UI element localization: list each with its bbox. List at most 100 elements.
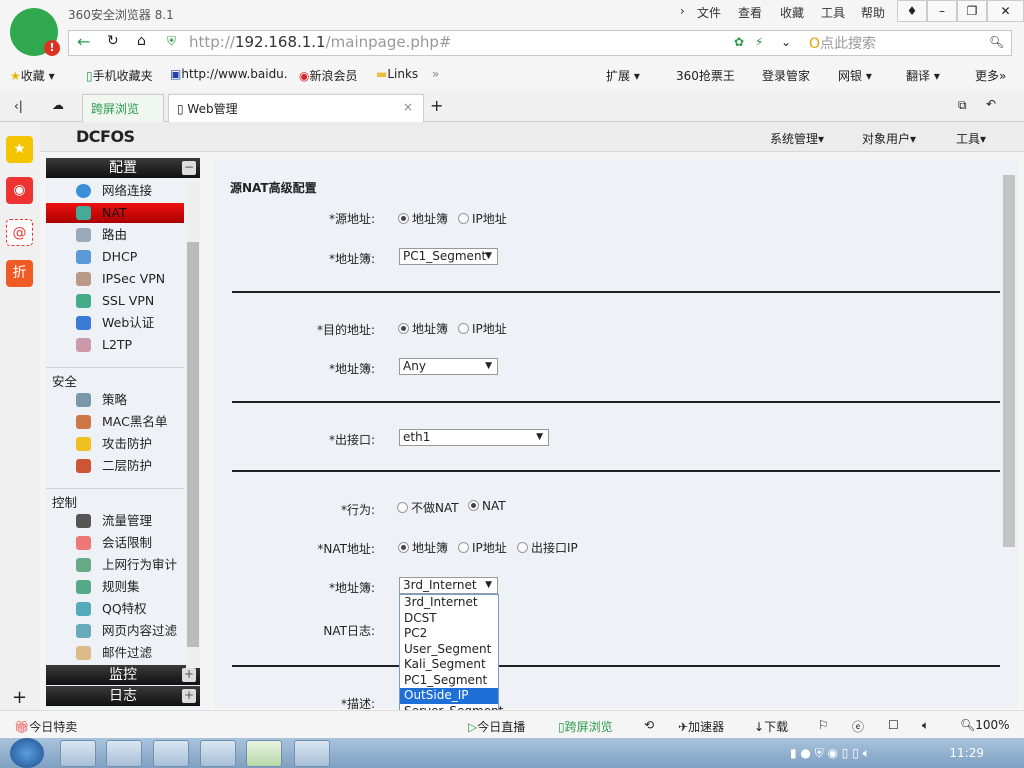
nat-radio-ip[interactable]: IP地址: [458, 539, 507, 556]
dropdown-option[interactable]: Kali_Segment: [400, 657, 498, 673]
clock[interactable]: 11:29: [949, 746, 984, 760]
nav-route[interactable]: 路由: [46, 225, 184, 245]
browser-logo[interactable]: !: [10, 8, 60, 56]
menu-tools[interactable]: 工具: [821, 4, 845, 21]
ext-translate[interactable]: 翻译 ▾: [906, 67, 940, 84]
src-radio-ip[interactable]: IP地址: [458, 210, 507, 227]
dst-radio-book[interactable]: 地址簿: [398, 320, 448, 337]
dst-radio-ip[interactable]: IP地址: [458, 320, 507, 337]
nat-book-select[interactable]: 3rd_Internet ▼: [399, 577, 498, 594]
tab-list-icon[interactable]: ⧉: [958, 98, 967, 113]
start-button[interactable]: [10, 738, 44, 768]
nav-dhcp[interactable]: DHCP: [46, 247, 184, 267]
nav-qq[interactable]: QQ特权: [46, 599, 184, 619]
nav-mac-blacklist[interactable]: MAC黑名单: [46, 412, 184, 432]
nav-l2-defense[interactable]: 二层防护: [46, 456, 184, 476]
dropdown-option[interactable]: PC1_Segment: [400, 673, 498, 689]
src-radio-book[interactable]: 地址簿: [398, 210, 448, 227]
menu-file[interactable]: 文件: [697, 4, 721, 21]
dst-book-select[interactable]: Any ▼: [399, 358, 498, 375]
mail-icon[interactable]: @: [6, 219, 33, 246]
src-book-select[interactable]: PC1_Segment ▼: [399, 248, 498, 265]
menu-system[interactable]: 系统管理▾: [770, 130, 824, 147]
favorites-star-icon[interactable]: ★: [6, 136, 33, 163]
menu-favorites[interactable]: 收藏: [780, 4, 804, 21]
nav-ruleset[interactable]: 规则集: [46, 577, 184, 597]
menu-view[interactable]: 查看: [738, 4, 762, 21]
nav-web-filter[interactable]: 网页内容过滤: [46, 621, 184, 641]
taskbar-app-icon[interactable]: [294, 740, 330, 767]
nav-audit[interactable]: 上网行为审计: [46, 555, 184, 575]
back-icon[interactable]: ←: [77, 32, 90, 51]
weibo-icon[interactable]: ◉: [6, 177, 33, 204]
tab-cross-screen[interactable]: 跨屏浏览: [82, 94, 164, 122]
bookmark-mobile[interactable]: ▯手机收藏夹: [86, 67, 153, 84]
ext-bank[interactable]: 网银 ▾: [838, 67, 872, 84]
compat-icon[interactable]: ✿: [734, 35, 744, 49]
nat-radio-book[interactable]: 地址簿: [398, 539, 448, 556]
dropdown-option[interactable]: User_Segment: [400, 642, 498, 658]
bookmark-sina[interactable]: ◉新浪会员: [299, 67, 358, 84]
live-button[interactable]: ▷今日直播: [468, 718, 525, 735]
bookmark-links[interactable]: ▬Links: [376, 67, 418, 81]
content-scroll-thumb[interactable]: [1003, 175, 1015, 547]
maximize-button[interactable]: ❐: [957, 0, 987, 22]
flag-icon[interactable]: ⚐: [818, 718, 829, 732]
history-icon[interactable]: ⟲: [644, 718, 654, 732]
taskbar-excel-icon[interactable]: [153, 740, 189, 767]
speed-icon[interactable]: ⚡: [755, 35, 763, 49]
bookmark-favorites[interactable]: ★收藏 ▾: [10, 67, 55, 84]
menu-app-tools[interactable]: 工具▾: [956, 130, 986, 147]
more-bookmarks-icon[interactable]: »: [432, 67, 439, 81]
section-monitor[interactable]: 监控 +: [46, 665, 200, 685]
sound-icon[interactable]: 🔈︎: [922, 718, 929, 733]
action-radio-no-nat[interactable]: 不做NAT: [397, 499, 459, 516]
collapse-icon[interactable]: −: [182, 161, 196, 175]
nav-mail-filter[interactable]: 邮件过滤: [46, 643, 184, 663]
nav-ssl[interactable]: SSL VPN: [46, 291, 184, 311]
ext-tickets[interactable]: 360抢票王: [676, 67, 735, 84]
nav-nat[interactable]: NAT: [46, 203, 184, 223]
menu-expand-icon[interactable]: ›: [680, 4, 685, 18]
taskbar-browser-icon[interactable]: [246, 740, 282, 767]
nav-web-auth[interactable]: Web认证: [46, 313, 184, 333]
daily-deals[interactable]: 🎁︎今日特卖: [14, 718, 77, 735]
home-icon[interactable]: ⌂: [137, 33, 146, 49]
tab-web-admin[interactable]: ▯ Web管理 ×: [168, 94, 424, 122]
cloud-icon[interactable]: ☁: [52, 98, 64, 112]
accelerator-button[interactable]: ✈加速器: [678, 718, 724, 735]
close-tab-icon[interactable]: ×: [403, 100, 413, 114]
search-input[interactable]: O点此搜索: [809, 33, 876, 53]
taskbar-explorer-icon[interactable]: [60, 740, 96, 767]
nav-ipsec[interactable]: IPSec VPN: [46, 269, 184, 289]
nav-network[interactable]: 网络连接: [46, 181, 184, 201]
dropdown-option-highlighted[interactable]: OutSide_IP: [400, 688, 498, 704]
menu-help[interactable]: 帮助: [861, 4, 885, 21]
menu-objects-users[interactable]: 对象用户▾: [862, 130, 916, 147]
add-panel-icon[interactable]: +: [12, 687, 27, 708]
ext-extensions[interactable]: 扩展 ▾: [606, 67, 640, 84]
dropdown-option[interactable]: DCST: [400, 611, 498, 627]
skin-button[interactable]: ♦: [897, 0, 927, 22]
window-icon[interactable]: ☐: [888, 718, 899, 732]
section-config[interactable]: 配置 −: [46, 158, 200, 178]
cross-screen-button[interactable]: ▯跨屏浏览: [558, 718, 613, 735]
search-icon[interactable]: 🔍︎: [989, 35, 1004, 49]
nav-l2tp[interactable]: L2TP: [46, 335, 184, 355]
zoom-level[interactable]: 🔍︎100%: [960, 718, 1010, 732]
out-interface-select[interactable]: eth1 ▼: [399, 429, 549, 446]
expand-icon[interactable]: +: [182, 689, 196, 703]
sidebar-toggle-icon[interactable]: ‹|: [14, 99, 23, 113]
minimize-button[interactable]: –: [927, 0, 957, 22]
ie-mode-icon[interactable]: ⓔ: [852, 718, 864, 735]
bookmark-baidu[interactable]: ▣http://www.baidu.: [170, 67, 288, 81]
taskbar-cmd-icon[interactable]: [200, 740, 236, 767]
refresh-icon[interactable]: ↻: [107, 33, 119, 49]
new-tab-icon[interactable]: +: [430, 96, 443, 115]
close-button[interactable]: ✕: [987, 0, 1024, 22]
nav-attack-defense[interactable]: 攻击防护: [46, 434, 184, 454]
ext-more[interactable]: 更多»: [975, 67, 1006, 84]
section-log[interactable]: 日志 +: [46, 686, 200, 706]
undo-close-icon[interactable]: ↶: [986, 97, 996, 111]
address-bar[interactable]: ← ↻ ⌂ ⛨ http://192.168.1.1/mainpage.php#…: [68, 30, 1012, 56]
